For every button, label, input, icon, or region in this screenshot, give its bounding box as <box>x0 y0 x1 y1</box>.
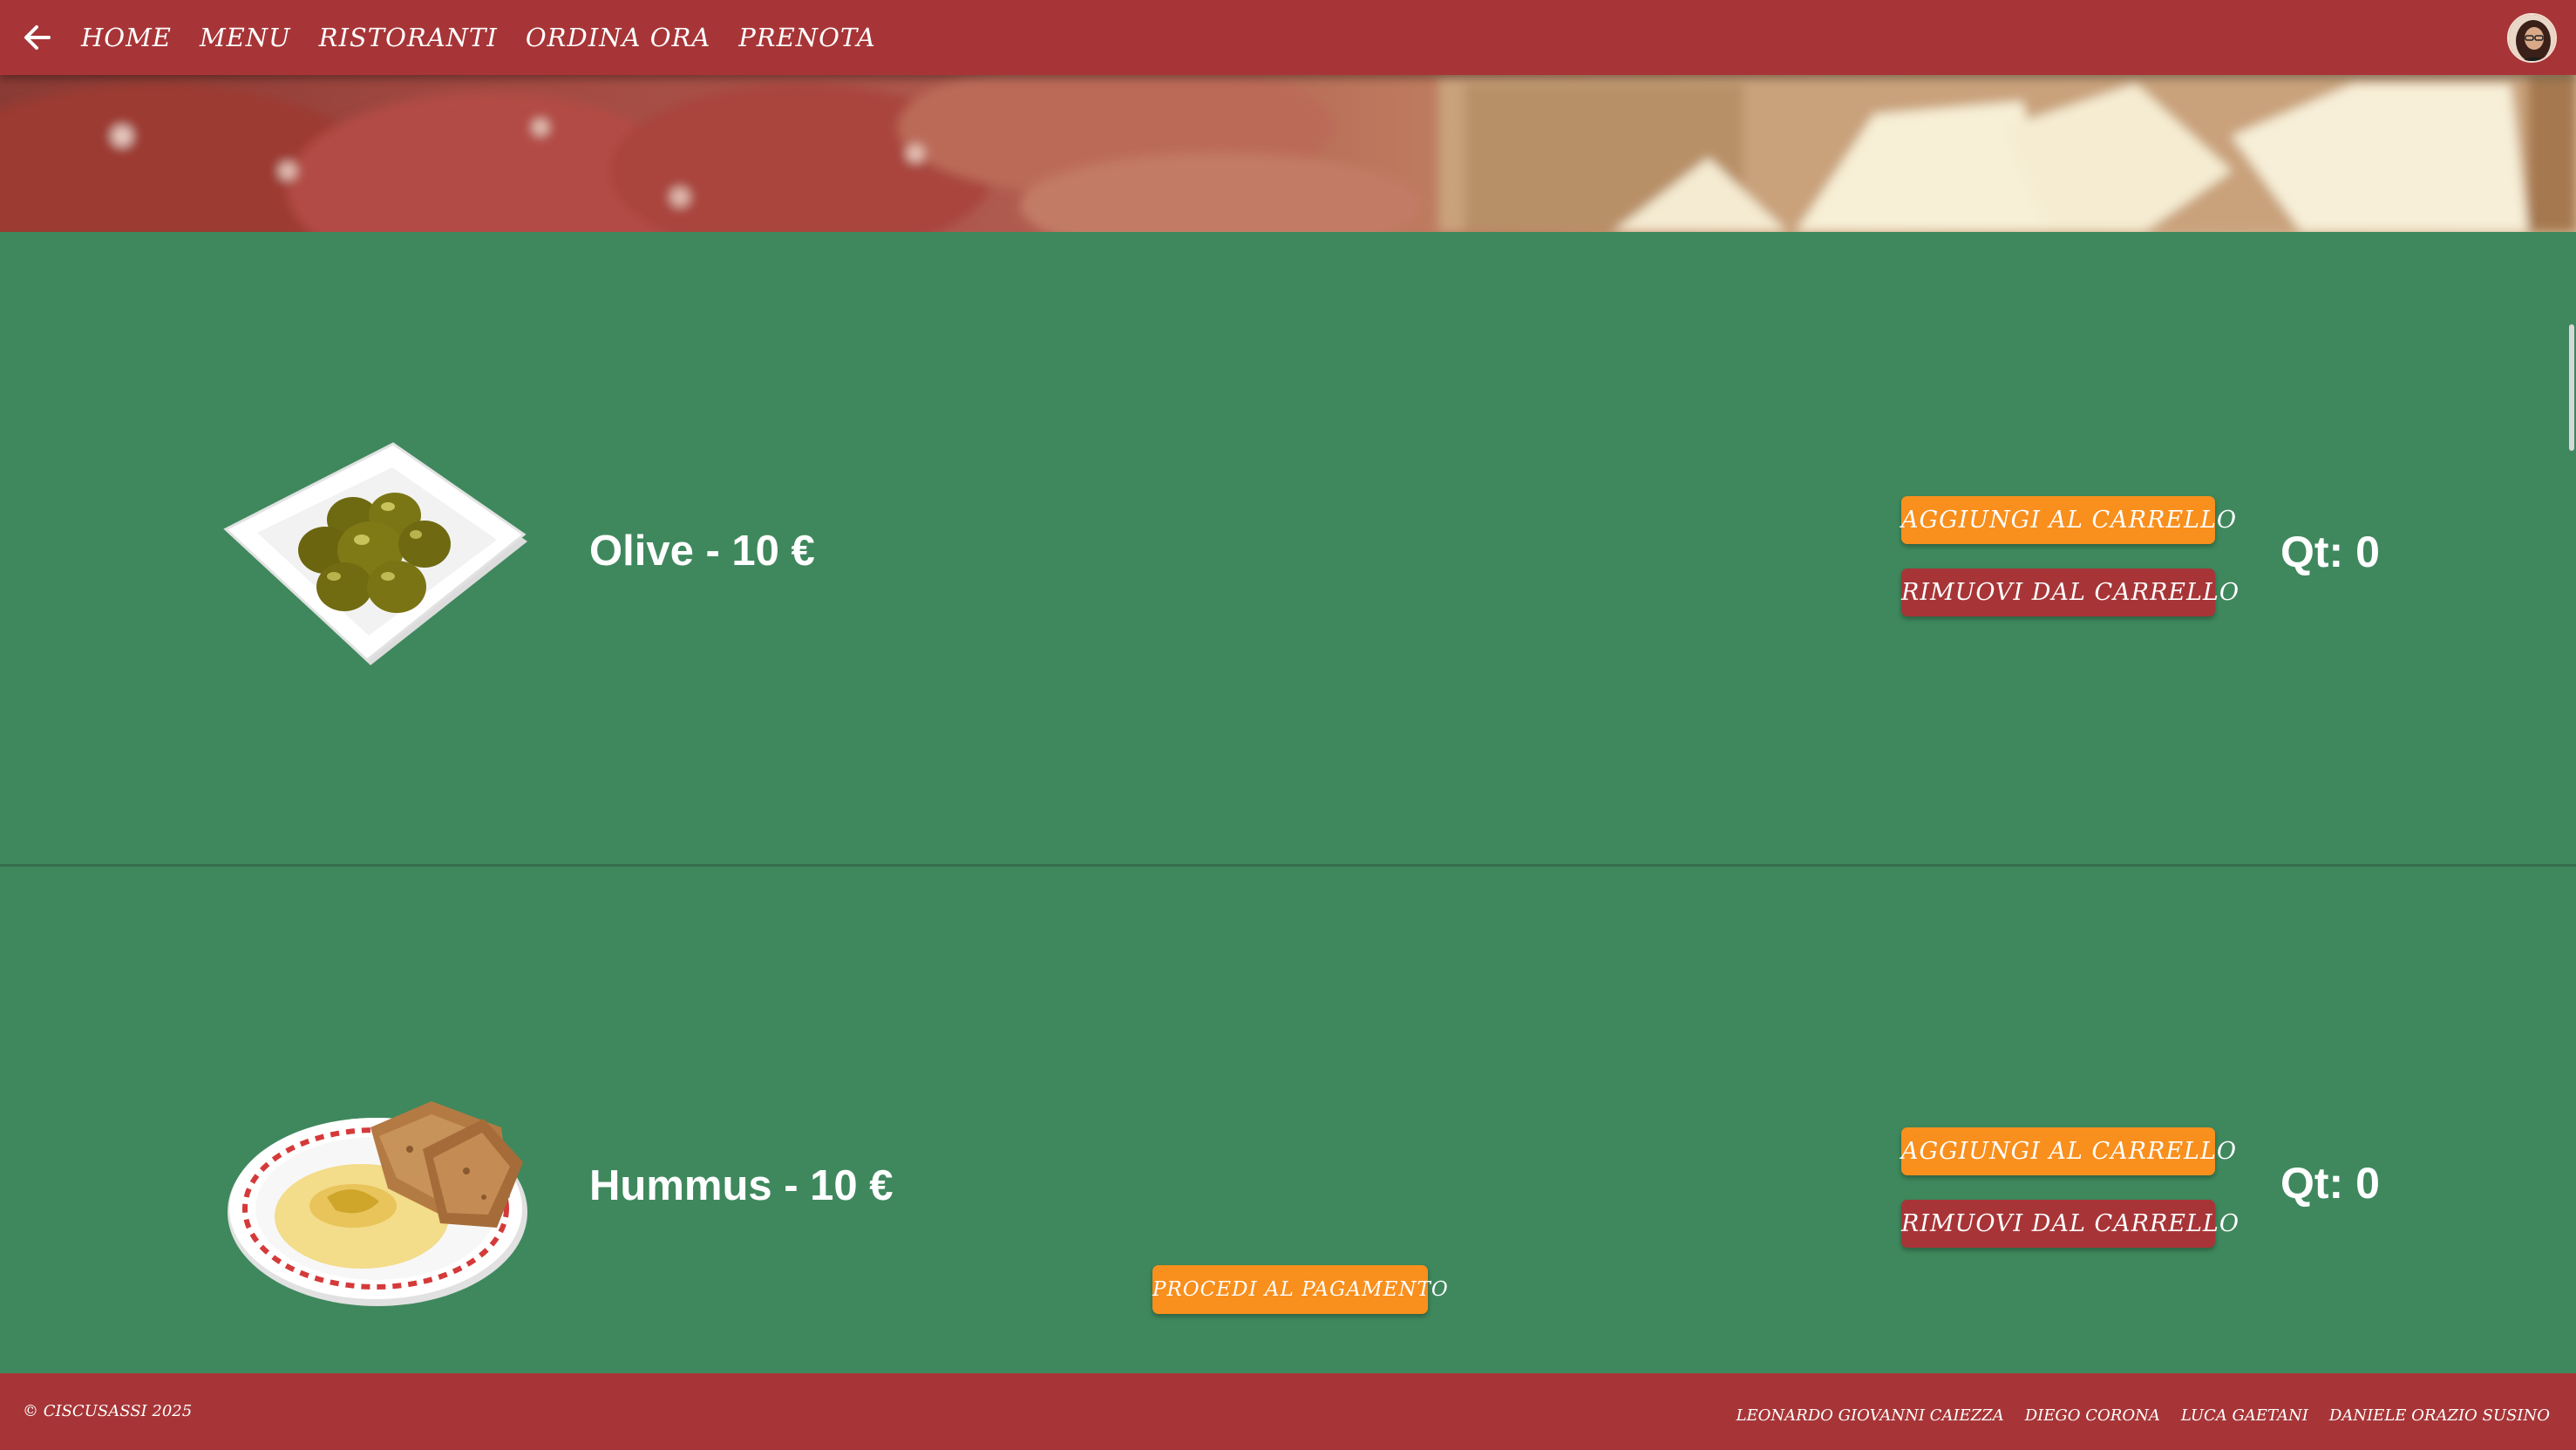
add-to-cart-button[interactable]: AGGIUNGI AL CARRELLO <box>1901 1127 2236 1175</box>
quantity-label: Qt: 0 <box>2280 528 2380 576</box>
avatar-image <box>2509 15 2555 61</box>
product-row-hummus: Hummus - 10 € AGGIUNGI AL CARRELLO RIMUO… <box>0 867 2576 1450</box>
author-link[interactable]: LUCA GAETANI <box>2181 1406 2308 1425</box>
nav-link-ristoranti[interactable]: RISTORANTI <box>319 23 498 52</box>
hero-image <box>0 75 2576 232</box>
product-row-olive: Olive - 10 € AGGIUNGI AL CARRELLO RIMUOV… <box>0 232 2576 867</box>
main-nav: HOME MENU RISTORANTI ORDINA ORA PRENOTA <box>81 0 904 75</box>
scrollbar-thumb[interactable] <box>2569 324 2574 451</box>
remove-from-cart-button[interactable]: RIMUOVI DAL CARRELLO <box>1901 1200 2239 1248</box>
page: HOME MENU RISTORANTI ORDINA ORA PRENOTA <box>0 0 2576 1450</box>
hummus-dish-image <box>228 1101 527 1306</box>
back-button[interactable] <box>19 19 56 56</box>
proceed-to-payment-button[interactable]: PROCEDI AL PAGAMENTO <box>1152 1265 1448 1314</box>
nav-link-prenota[interactable]: PRENOTA <box>738 23 875 52</box>
remove-from-cart-button[interactable]: RIMUOVI DAL CARRELLO <box>1901 568 2239 616</box>
quantity-label: Qt: 0 <box>2280 1159 2380 1208</box>
product-title: Hummus - 10 € <box>589 1162 894 1209</box>
olive-dish-image <box>223 442 527 665</box>
author-link[interactable]: LEONARDO GIOVANNI CAIEZZA <box>1737 1406 2004 1425</box>
footer: © CISCUSASSI 2025 LEONARDO GIOVANNI CAIE… <box>0 1373 2576 1450</box>
copyright-text: © CISCUSASSI 2025 <box>23 1402 193 1420</box>
add-to-cart-button[interactable]: AGGIUNGI AL CARRELLO <box>1901 496 2236 544</box>
nav-link-menu[interactable]: MENU <box>200 23 291 52</box>
arrow-left-icon <box>24 25 51 50</box>
user-avatar[interactable] <box>2507 13 2557 63</box>
nav-link-home[interactable]: HOME <box>81 23 172 52</box>
author-list: LEONARDO GIOVANNI CAIEZZA DIEGO CORONA L… <box>1716 1373 2550 1450</box>
product-title: Olive - 10 € <box>589 528 815 575</box>
nav-link-ordina-ora[interactable]: ORDINA ORA <box>526 23 710 52</box>
top-navbar: HOME MENU RISTORANTI ORDINA ORA PRENOTA <box>0 0 2576 75</box>
hero-banner <box>0 75 2576 232</box>
author-link[interactable]: DANIELE ORAZIO SUSINO <box>2329 1406 2550 1425</box>
author-link[interactable]: DIEGO CORONA <box>2025 1406 2160 1425</box>
